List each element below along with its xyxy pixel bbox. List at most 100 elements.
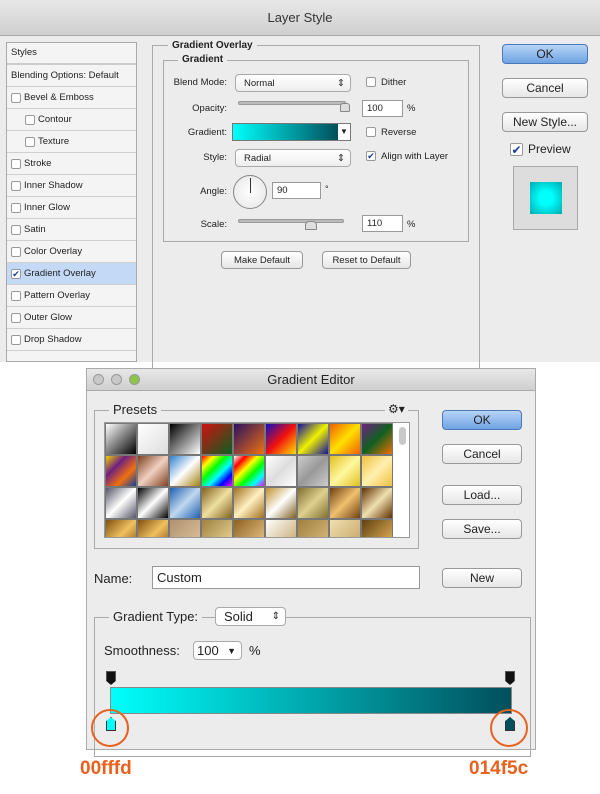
- style-item[interactable]: Inner Shadow: [7, 175, 136, 197]
- cancel-button[interactable]: Cancel: [502, 78, 588, 98]
- checkmark-icon[interactable]: ✔: [11, 268, 21, 279]
- preset-swatch[interactable]: [233, 487, 265, 519]
- smoothness-select[interactable]: 100 ▼: [193, 641, 242, 660]
- preset-swatch[interactable]: [329, 455, 361, 487]
- styles-header[interactable]: Styles: [7, 43, 136, 65]
- preview-swatch: [513, 166, 578, 230]
- preset-swatch[interactable]: [329, 423, 361, 455]
- opacity-slider-thumb[interactable]: [340, 103, 350, 112]
- style-item[interactable]: Pattern Overlay: [7, 285, 136, 307]
- checkbox[interactable]: [11, 180, 21, 191]
- minimize-button[interactable]: [111, 374, 122, 385]
- preview-checkbox[interactable]: ✔ Preview: [510, 142, 571, 156]
- ok-button[interactable]: OK: [502, 44, 588, 64]
- preset-swatch[interactable]: [201, 423, 233, 455]
- preset-swatch[interactable]: [265, 519, 297, 537]
- gear-icon[interactable]: ⚙▾: [385, 402, 408, 416]
- checkbox[interactable]: [11, 246, 21, 257]
- preset-swatch[interactable]: [201, 455, 233, 487]
- make-default-button[interactable]: Make Default: [221, 251, 303, 269]
- checkbox[interactable]: [11, 312, 21, 323]
- style-item[interactable]: Texture: [7, 131, 136, 153]
- checkbox[interactable]: [11, 290, 21, 301]
- checkbox[interactable]: [11, 158, 21, 169]
- preset-swatch[interactable]: [169, 455, 201, 487]
- preset-swatch[interactable]: [297, 519, 329, 537]
- reset-to-default-button[interactable]: Reset to Default: [322, 251, 411, 269]
- checkbox[interactable]: [25, 114, 35, 125]
- preset-swatch[interactable]: [233, 423, 265, 455]
- preset-swatch[interactable]: [329, 519, 361, 537]
- close-button[interactable]: [93, 374, 104, 385]
- preset-swatch[interactable]: [361, 487, 393, 519]
- new-style-button[interactable]: New Style...: [502, 112, 588, 132]
- gradient-picker[interactable]: ▼: [232, 123, 351, 141]
- preset-swatch[interactable]: [297, 423, 329, 455]
- angle-dial[interactable]: [233, 175, 267, 209]
- scale-slider-thumb[interactable]: [305, 221, 317, 230]
- style-item[interactable]: Inner Glow: [7, 197, 136, 219]
- checkbox[interactable]: [11, 202, 21, 213]
- preset-swatch[interactable]: [329, 487, 361, 519]
- name-input[interactable]: Custom: [152, 566, 420, 589]
- preset-swatch[interactable]: [201, 487, 233, 519]
- dropdown-arrow-icon[interactable]: ▼: [338, 124, 350, 140]
- blending-options[interactable]: Blending Options: Default: [7, 65, 136, 87]
- preset-swatch[interactable]: [169, 423, 201, 455]
- gradient-type-select[interactable]: Solid ⇕: [215, 607, 286, 626]
- style-item-label: Drop Shadow: [24, 333, 82, 345]
- scale-slider[interactable]: [238, 219, 344, 223]
- preset-swatch[interactable]: [169, 519, 201, 537]
- opacity-input[interactable]: 100: [362, 100, 403, 117]
- preset-swatch[interactable]: [137, 423, 169, 455]
- scale-input[interactable]: 110: [362, 215, 403, 232]
- preset-swatch[interactable]: [265, 487, 297, 519]
- style-item[interactable]: Drop Shadow: [7, 329, 136, 351]
- preset-swatch[interactable]: [201, 519, 233, 537]
- opacity-slider[interactable]: [238, 101, 346, 105]
- blend-mode-select[interactable]: Normal ⇕: [235, 74, 351, 92]
- angle-input[interactable]: 90: [272, 182, 321, 199]
- preset-swatch[interactable]: [233, 455, 265, 487]
- style-item[interactable]: Color Overlay: [7, 241, 136, 263]
- preset-swatch[interactable]: [137, 519, 169, 537]
- preset-swatch[interactable]: [105, 455, 137, 487]
- cancel-button[interactable]: Cancel: [442, 444, 522, 464]
- preset-swatch[interactable]: [137, 487, 169, 519]
- gradient-preview[interactable]: [233, 124, 338, 140]
- save-button[interactable]: Save...: [442, 519, 522, 539]
- gradient-bar[interactable]: [110, 687, 512, 714]
- preset-swatch[interactable]: [297, 487, 329, 519]
- ok-button[interactable]: OK: [442, 410, 522, 430]
- checkbox[interactable]: [11, 92, 21, 103]
- preset-swatch[interactable]: [361, 455, 393, 487]
- presets-scrollbar[interactable]: [399, 427, 406, 445]
- style-item[interactable]: Outer Glow: [7, 307, 136, 329]
- style-item[interactable]: ✔ Gradient Overlay: [7, 263, 136, 285]
- checkbox[interactable]: [11, 224, 21, 235]
- preset-swatch[interactable]: [105, 487, 137, 519]
- style-select[interactable]: Radial ⇕: [235, 149, 351, 167]
- style-item[interactable]: Stroke: [7, 153, 136, 175]
- preset-swatch[interactable]: [137, 455, 169, 487]
- preset-swatch[interactable]: [361, 423, 393, 455]
- preset-swatch[interactable]: [265, 455, 297, 487]
- preset-swatch[interactable]: [105, 519, 137, 537]
- dither-checkbox[interactable]: Dither: [366, 77, 406, 88]
- style-item[interactable]: Bevel & Emboss: [7, 87, 136, 109]
- preset-swatch[interactable]: [169, 487, 201, 519]
- preset-swatch[interactable]: [233, 519, 265, 537]
- preset-swatch[interactable]: [297, 455, 329, 487]
- preset-swatch[interactable]: [265, 423, 297, 455]
- new-button[interactable]: New: [442, 568, 522, 588]
- checkbox[interactable]: [25, 136, 35, 147]
- align-with-layer-checkbox[interactable]: ✔ Align with Layer: [366, 151, 448, 162]
- reverse-checkbox[interactable]: Reverse: [366, 127, 416, 138]
- load-button[interactable]: Load...: [442, 485, 522, 505]
- style-item[interactable]: Contour: [7, 109, 136, 131]
- style-item[interactable]: Satin: [7, 219, 136, 241]
- preset-swatch[interactable]: [361, 519, 393, 537]
- zoom-button[interactable]: [129, 374, 140, 385]
- checkbox[interactable]: [11, 334, 21, 345]
- preset-swatch[interactable]: [105, 423, 137, 455]
